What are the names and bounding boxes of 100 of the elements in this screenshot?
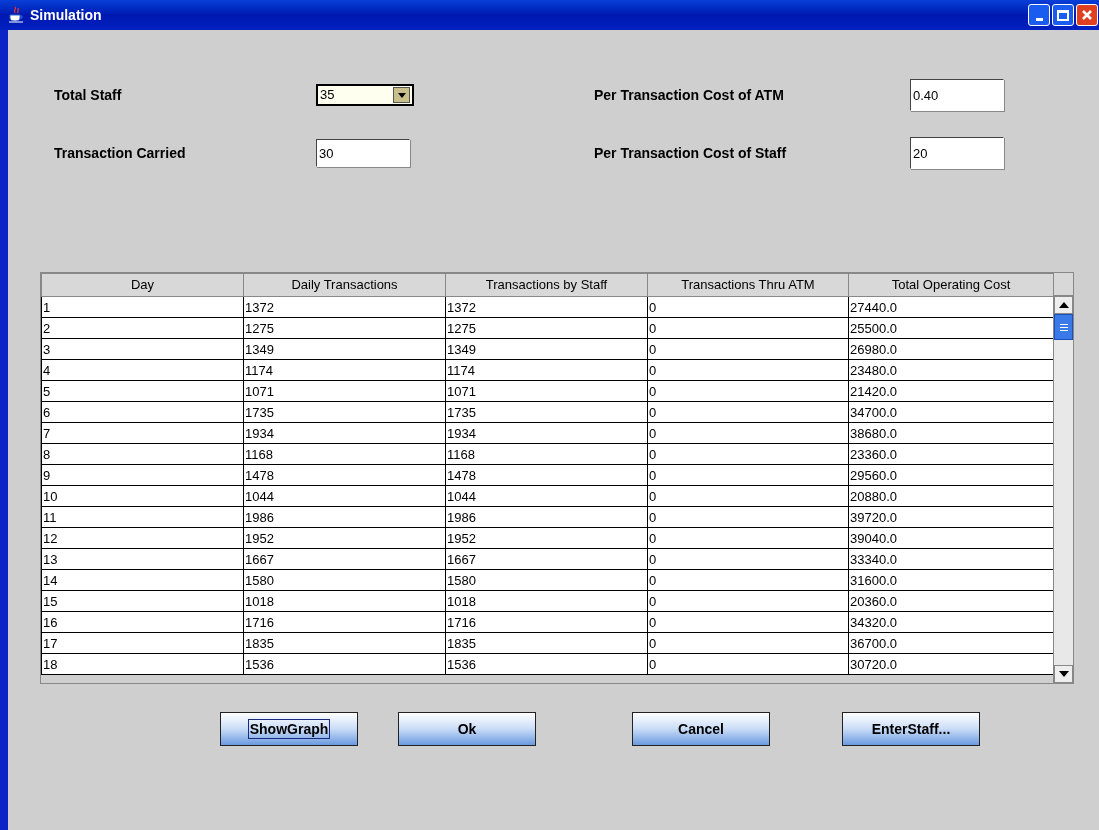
table-cell: 1536 bbox=[243, 653, 446, 675]
input-field[interactable]: 30 bbox=[316, 139, 410, 167]
table-cell: 1349 bbox=[445, 338, 648, 360]
table-cell: 0 bbox=[647, 443, 849, 465]
table-cell: 1934 bbox=[243, 422, 446, 444]
column-header[interactable]: Transactions Thru ATM bbox=[647, 273, 849, 297]
table-cell: 0 bbox=[647, 527, 849, 549]
table-cell: 0 bbox=[647, 296, 849, 318]
field-label: Per Transaction Cost of Staff bbox=[594, 143, 788, 163]
table-cell: 0 bbox=[647, 569, 849, 591]
table-cell: 1174 bbox=[243, 359, 446, 381]
up-arrow-icon[interactable] bbox=[1058, 302, 1069, 308]
table-cell: 6 bbox=[41, 401, 244, 423]
table-cell: 0 bbox=[647, 485, 849, 507]
input-field[interactable]: 20 bbox=[910, 137, 1004, 169]
table-cell: 0 bbox=[647, 338, 849, 360]
coffee-cup-icon bbox=[8, 6, 24, 24]
maximize-button[interactable] bbox=[1052, 4, 1074, 26]
dialog-button[interactable]: Ok bbox=[398, 712, 536, 746]
table-cell: 1536 bbox=[445, 653, 648, 675]
table-cell: 1071 bbox=[445, 380, 648, 402]
table-cell: 1580 bbox=[445, 569, 648, 591]
close-button[interactable] bbox=[1076, 4, 1098, 26]
table-cell: 1478 bbox=[243, 464, 446, 486]
column-header[interactable]: Day bbox=[41, 273, 244, 297]
table-cell: 0 bbox=[647, 464, 849, 486]
table-cell: 11 bbox=[41, 506, 244, 528]
dialog-button[interactable]: EnterStaff... bbox=[842, 712, 980, 746]
table-cell: 0 bbox=[647, 380, 849, 402]
table-cell: 1716 bbox=[243, 611, 446, 633]
dialog-button[interactable]: Cancel bbox=[632, 712, 770, 746]
table-cell: 1934 bbox=[445, 422, 648, 444]
table-cell: 1275 bbox=[243, 317, 446, 339]
table-cell: 1478 bbox=[445, 464, 648, 486]
table-cell: 17 bbox=[41, 632, 244, 654]
field-label: Total Staff bbox=[54, 85, 123, 105]
table-cell: 1372 bbox=[445, 296, 648, 318]
column-header[interactable]: Total Operating Cost bbox=[848, 273, 1053, 297]
table-cell: 0 bbox=[647, 590, 849, 612]
table-cell: 3 bbox=[41, 338, 244, 360]
table-cell: 0 bbox=[647, 401, 849, 423]
table-cell: 0 bbox=[647, 632, 849, 654]
scroll-up-button[interactable] bbox=[1054, 296, 1073, 314]
table-cell: 1986 bbox=[445, 506, 648, 528]
table-cell: 1018 bbox=[243, 590, 446, 612]
table-cell: 1168 bbox=[445, 443, 648, 465]
minimize-button[interactable] bbox=[1028, 4, 1050, 26]
table-cell: 1168 bbox=[243, 443, 446, 465]
table-cell: 16 bbox=[41, 611, 244, 633]
field-label: Transaction Carried bbox=[54, 143, 187, 163]
table-cell: 4 bbox=[41, 359, 244, 381]
table-cell: 1275 bbox=[445, 317, 648, 339]
table-cell: 13 bbox=[41, 548, 244, 570]
table-cell: 1018 bbox=[445, 590, 648, 612]
table-cell: 1044 bbox=[445, 485, 648, 507]
table-cell: 7 bbox=[41, 422, 244, 444]
table-cell: 1580 bbox=[243, 569, 446, 591]
table-cell: 0 bbox=[647, 506, 849, 528]
table-cell: 1952 bbox=[243, 527, 446, 549]
close-icon[interactable] bbox=[1081, 9, 1093, 21]
table-cell: 0 bbox=[647, 317, 849, 339]
dialog-button[interactable]: ShowGraph bbox=[220, 712, 358, 746]
table-cell: 9 bbox=[41, 464, 244, 486]
window-title: Simulation bbox=[30, 5, 102, 25]
column-header[interactable]: Daily Transactions bbox=[243, 273, 446, 297]
table-cell: 1349 bbox=[243, 338, 446, 360]
scroll-thumb[interactable] bbox=[1054, 314, 1073, 340]
table-cell: 0 bbox=[647, 548, 849, 570]
column-header[interactable]: Transactions by Staff bbox=[445, 273, 648, 297]
table-cell: 1044 bbox=[243, 485, 446, 507]
table-cell: 5 bbox=[41, 380, 244, 402]
table-cell: 1835 bbox=[243, 632, 446, 654]
table-cell: 1 bbox=[41, 296, 244, 318]
table-cell: 0 bbox=[647, 653, 849, 675]
field-label: Per Transaction Cost of ATM bbox=[594, 85, 785, 105]
table-cell: 12 bbox=[41, 527, 244, 549]
table-cell: 2 bbox=[41, 317, 244, 339]
table-cell: 8 bbox=[41, 443, 244, 465]
table-cell: 1952 bbox=[445, 527, 648, 549]
table-cell: 1372 bbox=[243, 296, 446, 318]
table-cell: 1174 bbox=[445, 359, 648, 381]
table-cell: 15 bbox=[41, 590, 244, 612]
input-field[interactable]: 0.40 bbox=[910, 79, 1004, 111]
table-cell: 18 bbox=[41, 653, 244, 675]
table-cell: 0 bbox=[647, 422, 849, 444]
table-cell: 1735 bbox=[243, 401, 446, 423]
staff-dropdown[interactable]: 35 bbox=[316, 84, 414, 106]
table-cell: 1716 bbox=[445, 611, 648, 633]
table-cell: 1835 bbox=[445, 632, 648, 654]
table-cell: 1667 bbox=[243, 548, 446, 570]
table-cell: 1071 bbox=[243, 380, 446, 402]
table-cell: 1986 bbox=[243, 506, 446, 528]
scroll-down-button[interactable] bbox=[1054, 665, 1073, 683]
table-cell: 10 bbox=[41, 485, 244, 507]
table-cell: 0 bbox=[647, 611, 849, 633]
down-arrow-icon[interactable] bbox=[1058, 671, 1069, 677]
table-cell: 14 bbox=[41, 569, 244, 591]
table-cell: 1735 bbox=[445, 401, 648, 423]
table-cell: 0 bbox=[647, 359, 849, 381]
scrollbar[interactable] bbox=[1053, 273, 1073, 683]
